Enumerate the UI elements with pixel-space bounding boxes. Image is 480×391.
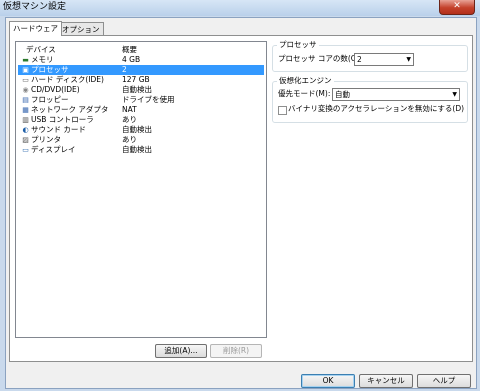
cores-select[interactable]: 2 ▼ (354, 53, 414, 66)
device-row[interactable]: ▦ ネットワーク アダプタ NAT (18, 105, 264, 115)
device-summary: あり (122, 135, 137, 144)
disable-acceleration-label[interactable]: バイナリ変換のアクセラレーションを無効にする(D) (288, 103, 464, 115)
device-summary: あり (122, 115, 137, 124)
device-row[interactable]: ◐ サウンド カード 自動検出 (18, 125, 264, 135)
device-row[interactable]: ▣ プロセッサ 2 (18, 65, 264, 75)
processor-group: プロセッサ プロセッサ コアの数(C): 2 ▼ (272, 40, 468, 72)
device-name: プリンタ (31, 135, 61, 144)
cores-select-value: 2 (357, 55, 362, 64)
tab-options[interactable]: オプション (58, 22, 104, 36)
device-name: フロッピー (31, 95, 69, 104)
window-title: 仮想マシン設定 (3, 2, 67, 12)
floppy-icon: ▤ (22, 96, 29, 104)
device-row[interactable]: ▨ プリンタ あり (18, 135, 264, 145)
sound-card-icon: ◐ (22, 126, 29, 134)
tab-hardware[interactable]: ハードウェア (9, 21, 62, 36)
processor-icon: ▣ (22, 66, 29, 74)
chevron-down-icon: ▼ (452, 91, 457, 98)
device-summary: 自動検出 (122, 145, 152, 154)
device-name: USB コントローラ (31, 115, 94, 124)
usb-icon: ▥ (22, 116, 29, 124)
add-device-button[interactable]: 追加(A)... (155, 344, 207, 358)
hardware-tab-panel: デバイス 概要 ▬ メモリ 4 GB ▣ プロセッサ 2 ▭ ハード ディスク(IDE) 127… (9, 35, 473, 362)
network-adapter-icon: ▦ (22, 106, 29, 114)
cd-dvd-icon: ◉ (22, 86, 29, 94)
cores-label: プロセッサ コアの数(C): (278, 54, 362, 63)
memory-icon: ▬ (22, 56, 29, 64)
help-button[interactable]: ヘルプ (417, 374, 471, 388)
device-name: ディスプレイ (31, 145, 76, 154)
close-icon: ✕ (453, 1, 461, 11)
device-name: ネットワーク アダプタ (31, 105, 109, 114)
dialog-client-area: ハードウェア オプション デバイス 概要 ▬ メモリ 4 GB ▣ プロセッサ 2 ▭ ハード… (5, 17, 477, 389)
device-row[interactable]: ◉ CD/DVD(IDE) 自動検出 (18, 85, 264, 95)
device-name: メモリ (31, 55, 54, 64)
device-row[interactable]: ▭ ディスプレイ 自動検出 (18, 145, 264, 155)
remove-device-button[interactable]: 削除(R) (210, 344, 262, 358)
device-summary: ドライブを使用 (122, 95, 175, 104)
device-name: CD/DVD(IDE) (31, 85, 80, 94)
ok-button[interactable]: OK (301, 374, 355, 388)
column-header-device[interactable]: デバイス (26, 44, 56, 55)
preferred-mode-label: 優先モード(M): (278, 89, 331, 98)
device-summary: 127 GB (122, 75, 150, 84)
device-summary: 2 (122, 65, 127, 74)
close-button[interactable]: ✕ (439, 0, 475, 15)
device-name: プロセッサ (31, 65, 69, 74)
device-name: ハード ディスク(IDE) (31, 75, 104, 84)
device-row[interactable]: ▬ メモリ 4 GB (18, 55, 264, 65)
cancel-button[interactable]: キャンセル (359, 374, 413, 388)
device-summary: NAT (122, 105, 137, 114)
device-row[interactable]: ▭ ハード ディスク(IDE) 127 GB (18, 75, 264, 85)
column-header-summary[interactable]: 概要 (122, 44, 137, 55)
title-bar: 仮想マシン設定 ✕ (0, 0, 480, 16)
disable-acceleration-checkbox[interactable] (278, 106, 287, 115)
hard-disk-icon: ▭ (22, 76, 29, 84)
device-row[interactable]: ▤ フロッピー ドライブを使用 (18, 95, 264, 105)
chevron-down-icon: ▼ (406, 56, 411, 63)
printer-icon: ▨ (22, 136, 29, 144)
virtualization-group-title: 仮想化エンジン (277, 76, 334, 86)
device-list[interactable]: デバイス 概要 ▬ メモリ 4 GB ▣ プロセッサ 2 ▭ ハード ディスク(IDE) 127… (15, 41, 267, 338)
device-summary: 4 GB (122, 55, 141, 64)
device-row[interactable]: ▥ USB コントローラ あり (18, 115, 264, 125)
device-summary: 自動検出 (122, 85, 152, 94)
processor-group-title: プロセッサ (277, 40, 319, 50)
device-summary: 自動検出 (122, 125, 152, 134)
display-icon: ▭ (22, 146, 29, 154)
virtualization-engine-group: 仮想化エンジン 優先モード(M): 自動 ▼ バイナリ変換のアクセラレーションを… (272, 76, 468, 123)
preferred-mode-value: 自動 (335, 90, 350, 99)
preferred-mode-select[interactable]: 自動 ▼ (332, 88, 460, 101)
device-name: サウンド カード (31, 125, 86, 134)
